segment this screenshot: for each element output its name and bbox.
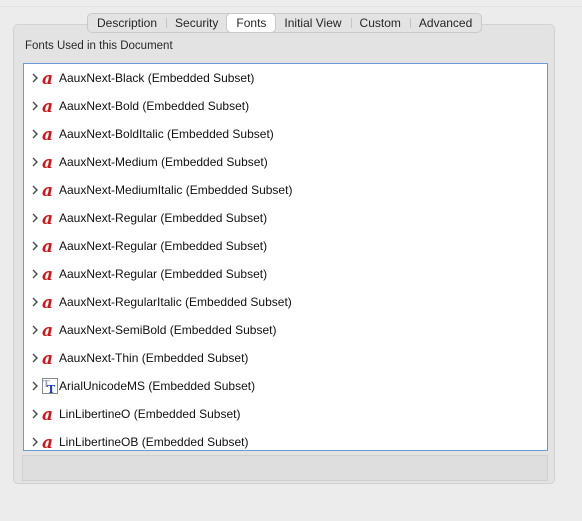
chevron-right-icon[interactable] — [29, 353, 41, 363]
font-list-item[interactable]: a AauxNext-Thin (Embedded Subset) — [24, 344, 547, 372]
acrobat-font-icon: a — [42, 406, 58, 422]
acrobat-font-icon: a — [42, 350, 58, 366]
acrobat-font-icon: a — [42, 70, 58, 86]
window-top-edge — [0, 0, 582, 7]
font-list-item[interactable]: a AauxNext-Regular (Embedded Subset) — [24, 232, 547, 260]
acrobat-font-icon: a — [42, 238, 58, 254]
acrobat-font-icon: a — [42, 98, 58, 114]
chevron-right-icon[interactable] — [29, 157, 41, 167]
svg-text:a: a — [42, 154, 53, 170]
tab-description[interactable]: Description — [88, 14, 166, 32]
font-list-item[interactable]: a AauxNext-SemiBold (Embedded Subset) — [24, 316, 547, 344]
chevron-right-icon[interactable] — [29, 297, 41, 307]
font-name-label: AauxNext-Regular (Embedded Subset) — [59, 239, 268, 253]
svg-text:a: a — [42, 406, 53, 422]
font-name-label: AauxNext-Thin (Embedded Subset) — [59, 351, 249, 365]
font-name-label: AauxNext-BoldItalic (Embedded Subset) — [59, 127, 274, 141]
svg-text:a: a — [42, 322, 53, 338]
tab-fonts[interactable]: Fonts — [227, 14, 276, 32]
font-name-label: AauxNext-Medium (Embedded Subset) — [59, 155, 268, 169]
svg-text:a: a — [42, 238, 53, 254]
svg-text:a: a — [42, 434, 53, 450]
acrobat-font-icon: a — [42, 294, 58, 310]
acrobat-font-icon: a — [42, 322, 58, 338]
font-list-item[interactable]: a AauxNext-Regular (Embedded Subset) — [24, 260, 547, 288]
svg-text:T: T — [47, 383, 56, 394]
font-list-item[interactable]: a AauxNext-Black (Embedded Subset) — [24, 64, 547, 92]
acrobat-font-icon: a — [42, 154, 58, 170]
font-name-label: AauxNext-Black (Embedded Subset) — [59, 71, 255, 85]
font-name-label: AauxNext-Regular (Embedded Subset) — [59, 211, 268, 225]
font-list-item[interactable]: a AauxNext-Medium (Embedded Subset) — [24, 148, 547, 176]
document-properties-window: Description Security Fonts Initial View Cust… — [0, 0, 582, 521]
font-name-label: AauxNext-SemiBold (Embedded Subset) — [59, 323, 277, 337]
chevron-right-icon[interactable] — [29, 213, 41, 223]
svg-text:a: a — [42, 350, 53, 366]
tab-bar: Description Security Fonts Initial View Cust… — [87, 13, 483, 33]
chevron-right-icon[interactable] — [29, 437, 41, 447]
svg-text:a: a — [42, 98, 53, 114]
chevron-right-icon[interactable] — [29, 129, 41, 139]
panel-bottom-area — [22, 455, 548, 481]
font-list-item[interactable]: a AauxNext-Bold (Embedded Subset) — [24, 92, 547, 120]
chevron-right-icon[interactable] — [29, 101, 41, 111]
chevron-right-icon[interactable] — [29, 269, 41, 279]
svg-text:a: a — [42, 210, 53, 226]
font-list-item[interactable]: a AauxNext-BoldItalic (Embedded Subset) — [24, 120, 547, 148]
svg-text:a: a — [42, 182, 53, 198]
font-name-label: LinLibertineOB (Embedded Subset) — [59, 435, 249, 449]
font-list-item[interactable]: a AauxNext-MediumItalic (Embedded Subset) — [24, 176, 547, 204]
acrobat-font-icon: a — [42, 210, 58, 226]
truetype-font-icon: TT — [42, 378, 58, 394]
font-name-label: AauxNext-Bold (Embedded Subset) — [59, 99, 250, 113]
font-list-item[interactable]: a LinLibertineO (Embedded Subset) — [24, 400, 547, 428]
font-name-label: AauxNext-MediumItalic (Embedded Subset) — [59, 183, 293, 197]
font-name-label: LinLibertineO (Embedded Subset) — [59, 407, 241, 421]
font-name-label: ArialUnicodeMS (Embedded Subset) — [59, 379, 256, 393]
tab-initial-view[interactable]: Initial View — [275, 14, 350, 32]
font-list-item[interactable]: a AauxNext-Regular (Embedded Subset) — [24, 204, 547, 232]
fonts-group-label: Fonts Used in this Document — [25, 40, 173, 52]
fonts-list[interactable]: a AauxNext-Black (Embedded Subset) a AauxNe… — [23, 63, 548, 451]
svg-text:a: a — [42, 70, 53, 86]
acrobat-font-icon: a — [42, 266, 58, 282]
font-list-item[interactable]: T T ArialUnicodeMS (Embedded Subset) — [24, 372, 547, 400]
svg-text:a: a — [42, 126, 53, 142]
chevron-right-icon[interactable] — [29, 73, 41, 83]
chevron-right-icon[interactable] — [29, 185, 41, 195]
chevron-right-icon[interactable] — [29, 241, 41, 251]
acrobat-font-icon: a — [42, 182, 58, 198]
tab-advanced[interactable]: Advanced — [409, 14, 481, 32]
svg-text:a: a — [42, 266, 53, 282]
font-name-label: AauxNext-Regular (Embedded Subset) — [59, 267, 268, 281]
chevron-right-icon[interactable] — [29, 409, 41, 419]
chevron-right-icon[interactable] — [29, 381, 41, 391]
font-list-item[interactable]: a AauxNext-RegularItalic (Embedded Subset… — [24, 288, 547, 316]
tab-security[interactable]: Security — [166, 14, 227, 32]
acrobat-font-icon: a — [42, 434, 58, 450]
font-name-label: AauxNext-RegularItalic (Embedded Subset) — [59, 295, 292, 309]
svg-text:a: a — [42, 294, 53, 310]
acrobat-font-icon: a — [42, 126, 58, 142]
chevron-right-icon[interactable] — [29, 325, 41, 335]
tab-custom[interactable]: Custom — [350, 14, 410, 32]
font-list-item[interactable]: a LinLibertineOB (Embedded Subset) — [24, 428, 547, 450]
